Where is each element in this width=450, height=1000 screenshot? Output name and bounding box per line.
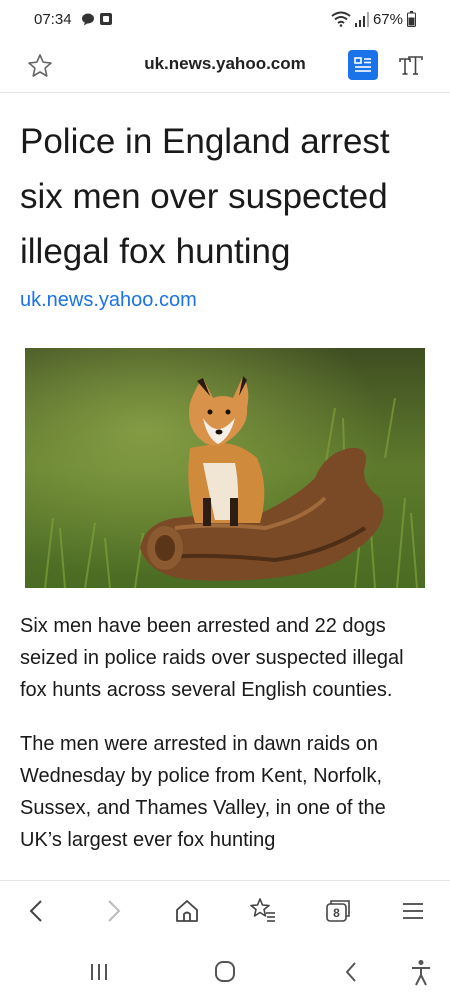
text-size-icon[interactable] xyxy=(396,52,426,80)
reader-mode-button[interactable] xyxy=(348,50,378,80)
forward-arrow-icon[interactable] xyxy=(98,896,128,926)
system-nav-bar xyxy=(0,942,450,1000)
article-paragraph: Six men have been arrested and 22 dogs s… xyxy=(20,615,404,701)
system-back-icon[interactable] xyxy=(336,958,366,986)
notification-icons xyxy=(82,13,112,26)
article-source-link[interactable]: uk.news.yahoo.com xyxy=(20,289,430,312)
url-text[interactable]: uk.news.yahoo.com xyxy=(0,54,450,74)
battery-icon xyxy=(407,11,416,27)
wifi-icon xyxy=(331,11,351,27)
fox-on-log-photo xyxy=(25,348,425,588)
article-content: Police in England arrest six men over su… xyxy=(20,92,430,880)
signal-icon xyxy=(354,12,369,27)
status-bar: 07:34 67% xyxy=(0,0,450,40)
home-icon[interactable] xyxy=(172,896,202,926)
home-circle-icon[interactable] xyxy=(210,958,240,986)
tabs-button[interactable]: 8 xyxy=(322,896,352,926)
article-headline: Police in England arrest six men over su… xyxy=(20,122,390,271)
browser-toolbar: 8 xyxy=(0,880,450,943)
address-bar: uk.news.yahoo.com xyxy=(0,40,450,93)
article-image xyxy=(25,348,425,588)
accessibility-icon[interactable] xyxy=(406,958,436,986)
screen-record-icon xyxy=(100,13,112,25)
back-arrow-icon[interactable] xyxy=(22,896,52,926)
chat-bubble-icon xyxy=(82,13,94,26)
article-paragraph: The men were arrested in dawn raids on W… xyxy=(20,733,386,851)
tab-count: 8 xyxy=(333,906,340,920)
status-time: 07:34 xyxy=(34,11,72,28)
reader-mode-icon xyxy=(354,57,371,72)
status-right-group: 67% xyxy=(331,10,416,28)
bookmarks-icon[interactable] xyxy=(248,896,278,926)
battery-percent: 67% xyxy=(372,10,403,28)
recent-apps-icon[interactable] xyxy=(84,958,114,986)
menu-icon[interactable] xyxy=(398,896,428,926)
